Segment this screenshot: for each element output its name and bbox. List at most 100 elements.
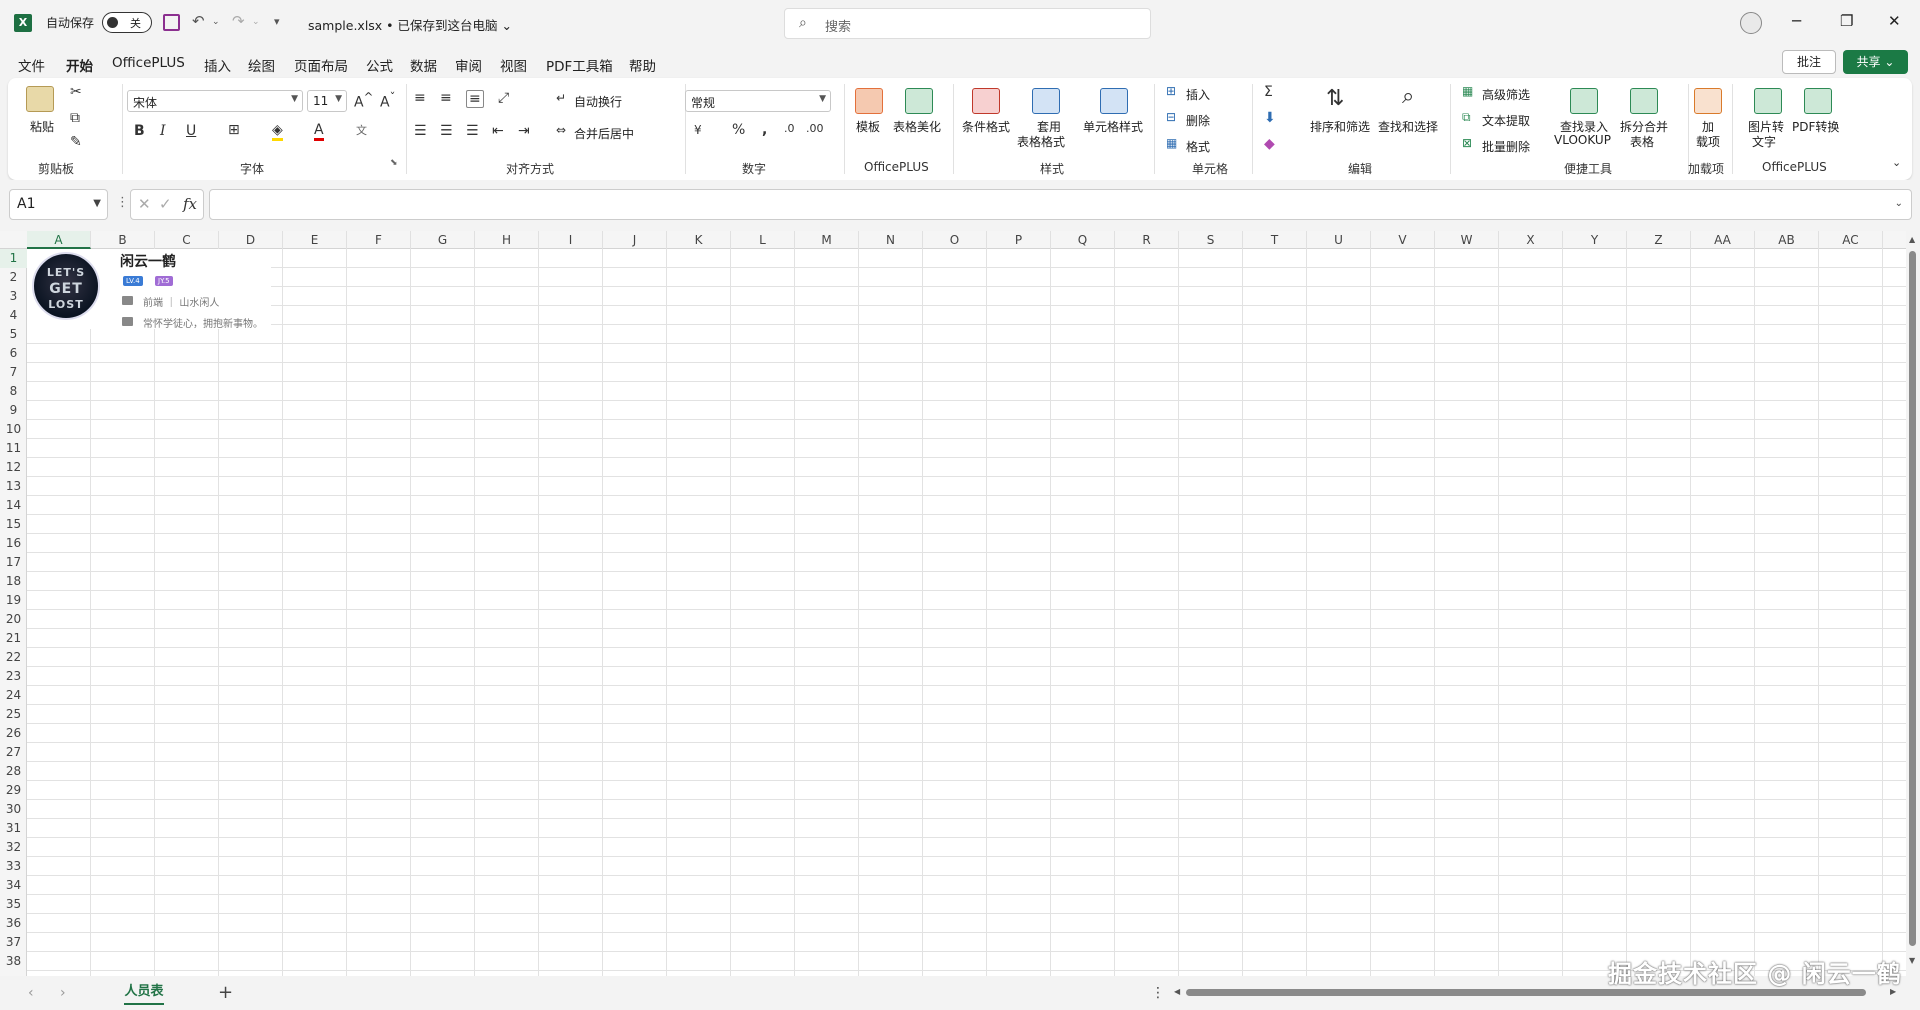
row-header[interactable]: 13 [0,477,27,496]
customize-quick-access-icon[interactable]: ▾ [274,15,280,28]
tab-formulas[interactable]: 公式 [366,55,393,75]
advanced-filter-icon[interactable]: ▦ [1462,84,1473,98]
column-header[interactable]: AA [1691,231,1755,249]
tab-officeplus[interactable]: OfficePLUS [112,55,185,71]
wrap-text-icon[interactable]: ↵ [556,91,566,105]
phonetic-icon[interactable]: 文 [356,122,367,138]
row-header[interactable]: 16 [0,534,27,553]
tab-draw[interactable]: 绘图 [248,55,275,75]
column-header[interactable]: H [475,231,539,249]
split-merge-label-2[interactable]: 表格 [1630,133,1654,150]
row-header[interactable]: 26 [0,724,27,743]
font-size-dropdown[interactable]: 11 ▼ [307,90,347,112]
sort-filter-label[interactable]: 排序和筛选 [1310,118,1370,135]
addins-label-2[interactable]: 载项 [1696,133,1720,150]
decrease-font-icon[interactable]: Aˇ [380,90,395,111]
column-header[interactable]: M [795,231,859,249]
minimize-button[interactable]: ─ [1792,12,1801,30]
decrease-decimal-icon[interactable]: .00 [806,122,824,135]
tab-insert[interactable]: 插入 [204,55,231,75]
format-as-table-icon[interactable] [1032,88,1060,114]
batch-delete-label[interactable]: 批量删除 [1482,138,1530,155]
row-header[interactable]: 29 [0,781,27,800]
row-header[interactable]: 3 [0,287,27,306]
align-right-icon[interactable]: ☰ [466,123,479,139]
save-icon[interactable] [163,14,180,31]
tab-file[interactable]: 文件 [18,55,45,75]
align-left-icon[interactable]: ☰ [414,123,427,139]
next-sheet-icon[interactable]: › [60,985,66,1001]
image-to-text-icon[interactable] [1754,88,1782,114]
redo-icon[interactable]: ↷ [232,12,245,30]
scroll-up-icon[interactable]: ▲ [1909,235,1915,244]
sheet-tab-active[interactable]: 人员表 [118,981,170,1005]
column-header[interactable]: S [1179,231,1243,249]
prev-sheet-icon[interactable]: ‹ [28,985,34,1001]
number-format-dropdown[interactable]: 常规 ▼ [685,90,831,112]
increase-decimal-icon[interactable]: .0 [784,122,795,135]
copy-icon[interactable]: ⧉ [70,110,80,126]
tab-view[interactable]: 视图 [500,55,527,75]
cancel-icon[interactable]: ✕ [138,195,151,213]
pdf-convert-icon[interactable] [1804,88,1832,114]
redo-dropdown-icon[interactable]: ⌄ [252,17,260,27]
format-cells-icon[interactable]: ▦ [1166,136,1177,150]
increase-font-icon[interactable]: A^ [354,90,373,111]
merge-center-label[interactable]: 合并后居中 [574,125,634,142]
column-header[interactable]: V [1371,231,1435,249]
column-header[interactable]: Y [1563,231,1627,249]
cell-styles-icon[interactable] [1100,88,1128,114]
column-header[interactable]: U [1307,231,1371,249]
formula-bar-grip-icon[interactable]: ⋮ [116,195,129,210]
align-middle-icon[interactable]: ≡ [440,90,452,106]
row-header[interactable]: 20 [0,610,27,629]
row-header[interactable]: 30 [0,800,27,819]
merge-center-icon[interactable]: ⇔ [556,123,566,137]
row-header[interactable]: 10 [0,420,27,439]
column-header[interactable]: X [1499,231,1563,249]
row-header[interactable]: 2 [0,268,27,287]
row-header[interactable]: 33 [0,857,27,876]
text-extract-icon[interactable]: ⧉ [1462,110,1471,125]
row-header[interactable]: 34 [0,876,27,895]
vlookup-icon[interactable] [1570,88,1598,114]
comma-icon[interactable]: , [762,122,767,138]
file-name[interactable]: sample.xlsx • 已保存到这台电脑 ⌄ [308,15,512,34]
row-header[interactable]: 17 [0,553,27,572]
tab-help[interactable]: 帮助 [629,55,656,75]
borders-icon[interactable]: ⊞ [228,122,240,138]
add-sheet-icon[interactable]: + [218,982,233,1003]
row-header[interactable]: 12 [0,458,27,477]
horizontal-scroll-thumb[interactable] [1186,989,1866,996]
tab-page-layout[interactable]: 页面布局 [294,55,348,75]
account-avatar-icon[interactable] [1740,12,1762,34]
row-header[interactable]: 9 [0,401,27,420]
column-header[interactable]: E [283,231,347,249]
column-header[interactable]: AB [1755,231,1819,249]
row-header[interactable]: 22 [0,648,27,667]
format-cells-label[interactable]: 格式 [1186,138,1210,155]
row-header[interactable]: 8 [0,382,27,401]
comments-button[interactable]: 批注 [1782,50,1836,74]
undo-icon[interactable]: ↶ [192,12,205,30]
column-header[interactable]: A [27,231,91,249]
row-header[interactable]: 25 [0,705,27,724]
tab-data[interactable]: 数据 [410,55,437,75]
conditional-formatting-label[interactable]: 条件格式 [962,118,1010,135]
row-header[interactable]: 37 [0,933,27,952]
delete-cells-icon[interactable]: ⊟ [1166,110,1176,124]
table-beautify-icon[interactable] [905,88,933,114]
row-header[interactable]: 5 [0,325,27,344]
column-header[interactable]: O [923,231,987,249]
row-header[interactable]: 6 [0,344,27,363]
enter-icon[interactable]: ✓ [159,195,172,213]
advanced-filter-label[interactable]: 高级筛选 [1482,86,1530,103]
row-header[interactable]: 18 [0,572,27,591]
column-header[interactable]: N [859,231,923,249]
template-label[interactable]: 模板 [856,118,880,135]
conditional-formatting-icon[interactable] [972,88,1000,114]
split-merge-icon[interactable] [1630,88,1658,114]
font-dialog-launcher-icon[interactable]: ⬊ [390,158,398,168]
column-header[interactable]: AC [1819,231,1883,249]
table-beautify-label[interactable]: 表格美化 [893,118,941,135]
